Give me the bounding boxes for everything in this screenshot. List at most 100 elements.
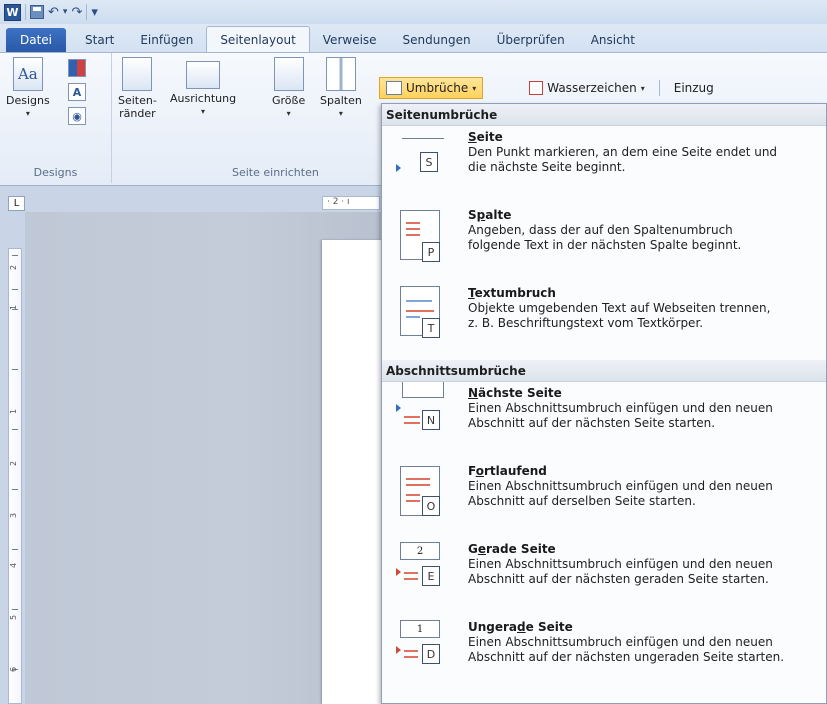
menu-item-odd-page[interactable]: 1 D Ungerade Seite Einen Abschnittsumbru… [382,616,826,694]
design-effects-icon[interactable]: ◉ [68,107,86,125]
ribbon-tabs: Datei Start Einfügen Seitenlayout Verwei… [0,24,827,52]
chevron-down-icon: ▾ [286,109,291,118]
ribbon-separator [658,80,660,96]
chevron-down-icon: ▾ [640,83,645,93]
menu-item-even-page[interactable]: 2 E Gerade Seite Einen Abschnittsumbruch… [382,538,826,616]
menu-item-column-break[interactable]: P Spalte Angeben, dass der auf den Spalt… [382,204,826,282]
vertical-ruler[interactable]: 2 1 1 2 3 4 5 6 [8,248,22,704]
menu-item-description: Einen Abschnittsumbruch einfügen und den… [468,401,773,415]
designs-button[interactable]: Aa Designs ▾ [6,57,50,120]
document-page[interactable] [322,240,382,704]
menu-item-description: Den Punkt markieren, an dem eine Seite e… [468,145,778,159]
chevron-down-icon: ▾ [201,107,206,116]
size-label: Größe [272,94,306,107]
undo-button[interactable]: ↶ [48,3,59,21]
section-breaks-header: Abschnittsumbrüche [382,360,826,382]
ruler-number: 2 [9,264,19,271]
group-page-setup: Seiten- ränder Ausrichtung ▾ Größe ▾ Spa… [112,53,380,183]
watermark-button[interactable]: Wasserzeichen ▾ [523,77,651,99]
ruler-tick [12,429,18,430]
menu-item-title: Spalte [468,208,512,222]
tab-stop-selector[interactable]: L [8,196,25,211]
group-page-setup-label: Seite einrichten [232,166,319,179]
ruler-tick [12,489,18,490]
customize-qat-button[interactable]: ▾ [91,3,98,21]
indent-label: Einzug [673,81,714,95]
tab-file[interactable]: Datei [6,28,67,52]
ruler-number: 6 [9,666,19,673]
menu-item-title: Fortlaufend [468,464,547,478]
menu-item-title: Textumbruch [468,286,556,300]
tab-insert[interactable]: Einfügen [127,28,206,52]
menu-item-title: Gerade Seite [468,542,556,556]
ruler-tick [12,255,18,256]
tab-view[interactable]: Ansicht [578,28,648,52]
undo-dropdown-icon[interactable]: ▾ [63,3,68,21]
chevron-down-icon: ▾ [338,109,343,118]
columns-label: Spalten [320,94,362,107]
ruler-tick [12,369,18,370]
designs-icon: Aa [12,57,43,91]
text-wrapping-break-icon: T [382,282,468,360]
tab-start[interactable]: Start [72,28,127,52]
quick-access-toolbar: W ↶ ▾ ↷ ▾ [0,0,827,24]
save-button[interactable] [30,3,44,21]
columns-button[interactable]: Spalten ▾ [320,57,362,120]
qat-separator [25,4,26,20]
menu-item-description: Abschnitt auf derselben Seite starten. [468,494,696,508]
menu-item-page-break[interactable]: S Seite Den Punkt markieren, an dem eine… [382,126,826,204]
tab-page-layout[interactable]: Seitenlayout [206,26,310,52]
menu-item-description: Einen Abschnittsumbruch einfügen und den… [468,557,773,571]
continuous-section-icon: O [382,460,468,538]
tab-review[interactable]: Überprüfen [484,28,578,52]
menu-item-description: Angeben, dass der auf den Spaltenumbruch [468,223,733,237]
redo-button[interactable]: ↷ [71,3,82,21]
menu-item-description: folgende Text in der nächsten Spalte beg… [468,238,742,252]
watermark-label: Wasserzeichen [547,81,637,95]
menu-item-description: die nächste Seite beginnt. [468,160,626,174]
orientation-button[interactable]: Ausrichtung ▾ [170,57,236,118]
ruler-number: 1 [9,304,19,311]
menu-item-description: Abschnitt auf der nächsten Seite starten… [468,416,716,430]
menu-item-title: Seite [468,130,503,144]
menu-item-text-wrapping-break[interactable]: T Textumbruch Objekte umgebenden Text au… [382,282,826,360]
menu-item-description: Einen Abschnittsumbruch einfügen und den… [468,635,773,649]
breaks-dropdown-menu: Seitenumbrüche S Seite Den Punkt markier… [381,103,827,704]
tab-mailings[interactable]: Sendungen [390,28,484,52]
menu-item-next-page[interactable]: N Nächste Seite Einen Abschnittsumbruch … [382,382,826,460]
menu-item-title: Ungerade Seite [468,620,573,634]
breaks-button[interactable]: Umbrüche ▾ [379,77,484,99]
orientation-icon [186,61,221,89]
size-button[interactable]: Größe ▾ [272,57,305,120]
menu-item-description: Abschnitt auf der nächsten ungeraden Sei… [468,650,785,664]
ruler-number: 3 [9,512,19,519]
odd-page-section-icon: 1 D [382,616,468,694]
page-break-icon: S [382,126,468,204]
menu-item-title: Nächste Seite [468,386,562,400]
qat-separator [86,4,88,20]
ribbon-paragraph-strip: Umbrüche ▾ Wasserzeichen ▾ Einzug [379,75,827,101]
design-colors-icon[interactable] [68,59,86,77]
word-logo-icon[interactable]: W [4,3,21,21]
design-fonts-icon[interactable]: A [68,83,86,101]
ruler-number: 4 [9,562,19,569]
ruler-tick [12,289,18,290]
group-designs: Aa Designs ▾ A ◉ Designs [0,53,112,183]
horizontal-ruler[interactable]: · 2 · ı [322,196,380,210]
orientation-label: Ausrichtung [170,92,237,105]
breaks-label: Umbrüche [406,81,469,95]
breaks-icon [386,81,402,95]
menu-item-continuous[interactable]: O Fortlaufend Einen Abschnittsumbruch ei… [382,460,826,538]
menu-item-description: z. B. Beschriftungstext vom Textkörper. [468,316,704,330]
margins-button[interactable]: Seiten- ränder [118,57,157,120]
ruler-number: 1 [9,408,19,415]
group-designs-label: Designs [33,166,78,179]
ruler-tick [12,609,18,610]
chevron-down-icon: ▾ [472,83,477,93]
column-break-icon: P [382,204,468,282]
tab-references[interactable]: Verweise [310,28,390,52]
menu-item-description: Objekte umgebenden Text auf Webseiten tr… [468,301,771,315]
margins-icon [122,57,153,91]
watermark-icon [529,81,544,95]
designs-label: Designs [6,94,50,107]
